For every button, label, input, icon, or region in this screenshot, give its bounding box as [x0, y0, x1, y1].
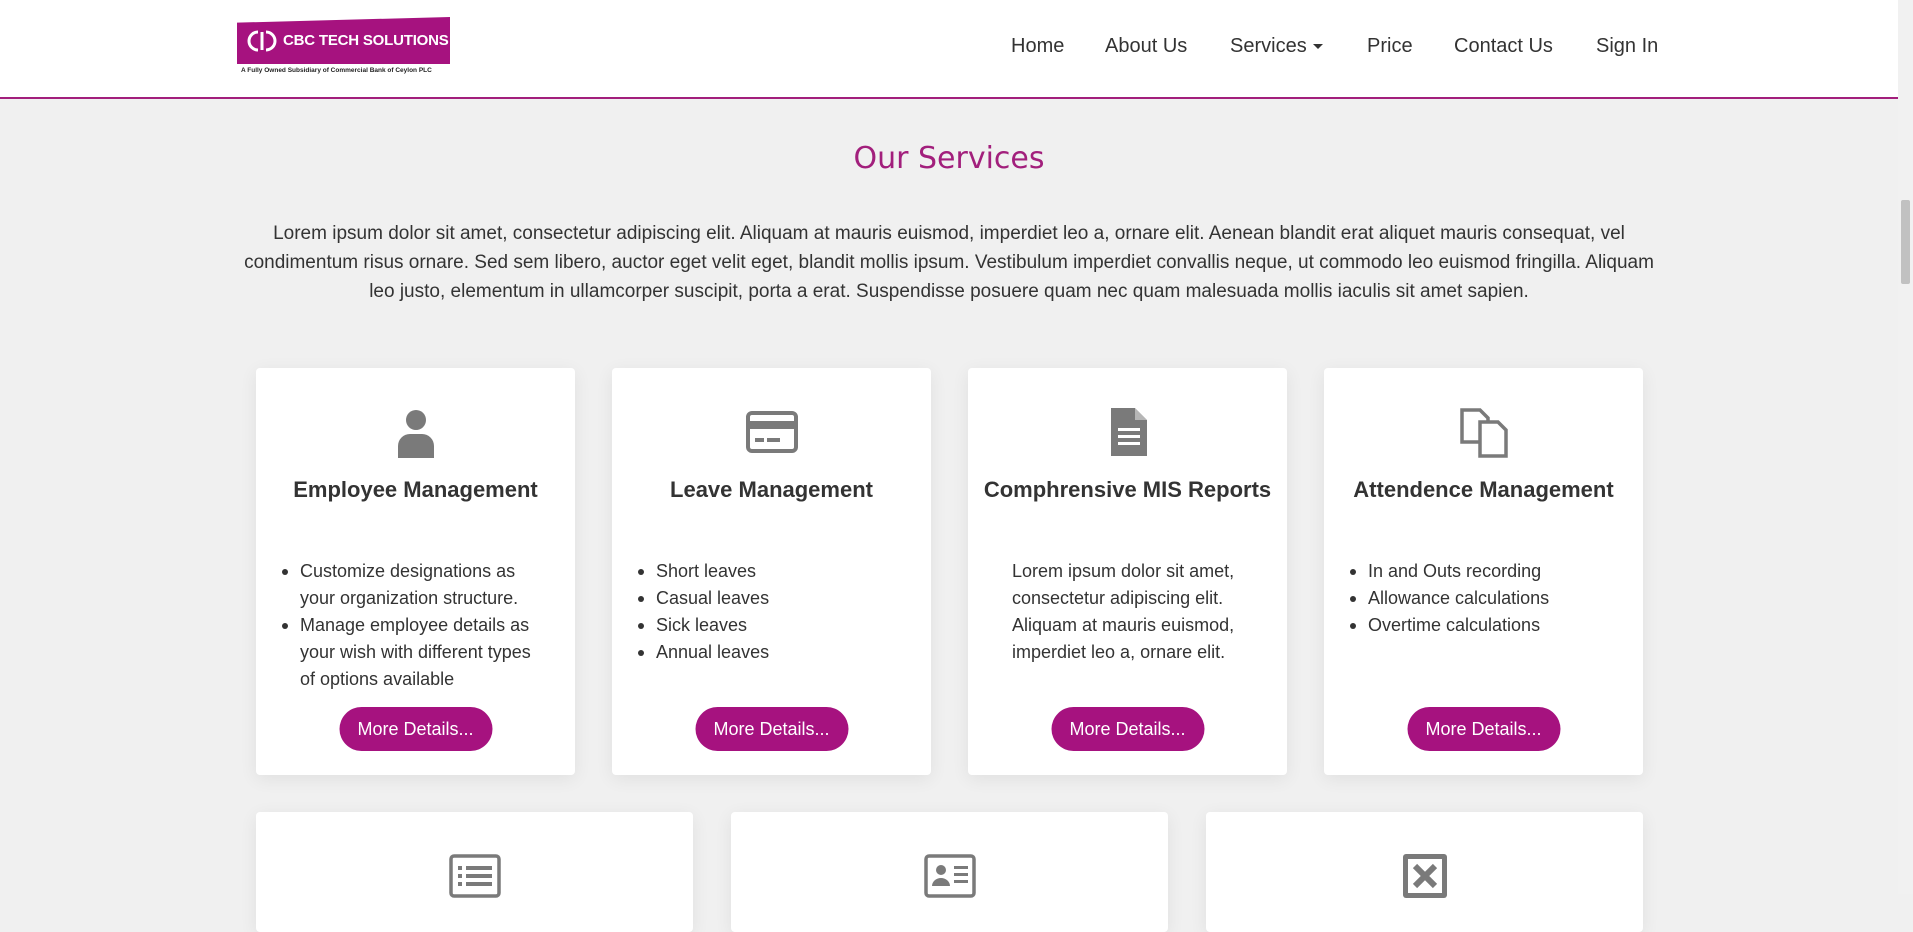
list-item: Customize designations as your organizat…: [282, 558, 547, 612]
list-item: Short leaves: [638, 558, 903, 585]
service-card-row2-1: [256, 812, 693, 932]
service-card-leave: Leave Management Short leaves Casual lea…: [612, 368, 931, 775]
more-details-button[interactable]: More Details...: [1407, 707, 1560, 751]
list-item: Casual leaves: [638, 585, 903, 612]
list-item: Allowance calculations: [1350, 585, 1615, 612]
site-header: CBC TECH SOLUTIONS A Fully Owned Subsidi…: [0, 0, 1898, 99]
nav-about-us[interactable]: About Us: [1105, 35, 1187, 58]
nav-services[interactable]: Services: [1230, 35, 1323, 58]
card-description: Lorem ipsum dolor sit amet, consectetur …: [1012, 561, 1235, 662]
id-card-icon: [923, 850, 976, 902]
close-box-icon: [1399, 850, 1451, 902]
file-text-icon: [1102, 406, 1154, 458]
logo-tagline: A Fully Owned Subsidiary of Commercial B…: [241, 67, 432, 74]
card-feature-list: Customize designations as your organizat…: [282, 558, 547, 693]
list-item: Annual leaves: [638, 639, 903, 666]
scrollbar-thumb[interactable]: [1901, 200, 1910, 284]
list-item: Manage employee details as your wish wit…: [282, 612, 547, 693]
card-feature-list: In and Outs recording Allowance calculat…: [1350, 558, 1615, 639]
more-details-button[interactable]: More Details...: [339, 707, 492, 751]
page-scrollbar[interactable]: [1898, 0, 1913, 894]
card-title: Comphrensive MIS Reports: [983, 477, 1272, 502]
credit-card-icon: [745, 406, 798, 458]
files-icon: [1458, 406, 1510, 458]
card-title: Attendence Management: [1353, 477, 1614, 502]
service-card-row2-2: [731, 812, 1168, 932]
service-card-attendance: Attendence Management In and Outs record…: [1324, 368, 1643, 775]
more-details-button[interactable]: More Details...: [695, 707, 848, 751]
list-item: Overtime calculations: [1350, 612, 1615, 639]
card-title: Leave Management: [670, 477, 873, 502]
card-feature-list: Short leaves Casual leaves Sick leaves A…: [638, 558, 903, 666]
list-icon: [448, 850, 501, 902]
card-title: Employee Management: [293, 477, 538, 502]
main-nav: Home About Us Services Price Contact Us …: [0, 35, 1898, 59]
section-intro: Lorem ipsum dolor sit amet, consectetur …: [244, 223, 1654, 302]
list-item: Sick leaves: [638, 612, 903, 639]
nav-contact-us[interactable]: Contact Us: [1454, 35, 1553, 58]
service-card-mis-reports: Comphrensive MIS Reports Lorem ipsum dol…: [968, 368, 1287, 775]
more-details-button[interactable]: More Details...: [1051, 707, 1204, 751]
user-icon: [390, 406, 442, 458]
service-card-row2-3: [1206, 812, 1643, 932]
list-item: In and Outs recording: [1350, 558, 1615, 585]
nav-home[interactable]: Home: [1011, 35, 1064, 58]
nav-price[interactable]: Price: [1367, 35, 1413, 58]
nav-services-label: Services: [1230, 35, 1307, 57]
section-title: Our Services: [853, 141, 1045, 176]
nav-sign-in[interactable]: Sign In: [1596, 35, 1658, 58]
service-card-employee: Employee Management Customize designatio…: [256, 368, 575, 775]
chevron-down-icon: [1312, 44, 1323, 50]
